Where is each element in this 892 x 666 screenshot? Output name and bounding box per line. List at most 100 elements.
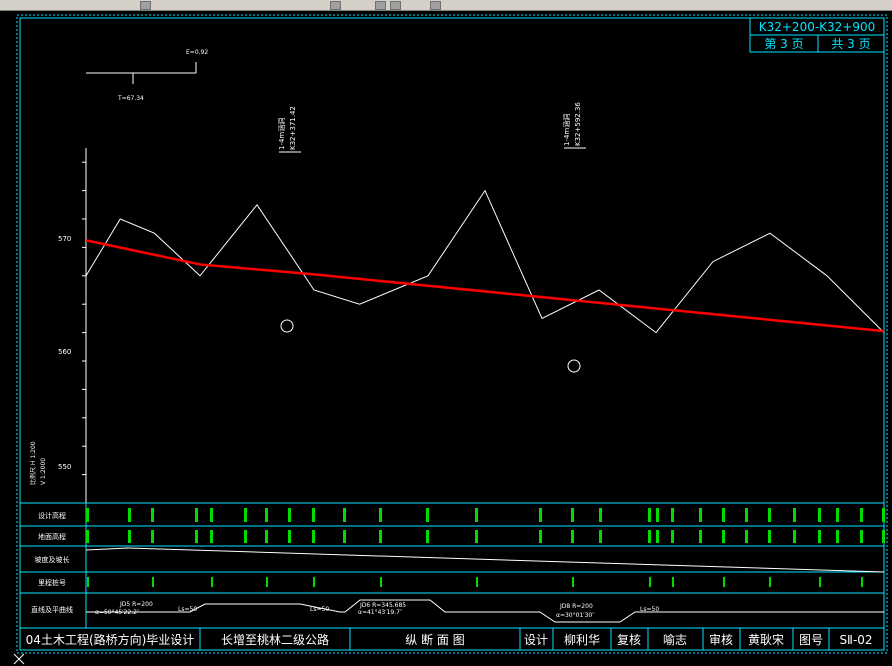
data-mark [265,530,268,543]
structure-stake: K32+371.42 [289,106,297,150]
row-label: 里程桩号 [38,578,66,587]
footer-design-label: 设计 [524,633,548,647]
footer-auditor: 黄耿宋 [748,632,784,647]
stake-mark [380,577,382,587]
scale-note: 比例尺 H 1:200 [29,441,37,485]
culvert-symbol [567,359,581,373]
tool-icon[interactable] [330,1,341,10]
data-mark [860,508,863,522]
data-mark [312,530,315,543]
data-mark [699,530,702,543]
data-mark [128,508,131,522]
curve-ls: Ls=50 [640,606,659,613]
data-mark [195,508,198,522]
data-mark [722,530,725,543]
tool-icon[interactable] [375,1,386,10]
outer-frame [16,14,888,654]
row-label: 坡度及坡长 [35,555,70,564]
data-mark [648,508,651,522]
vcurve-t: T=67.34 [117,95,144,102]
data-mark [475,508,478,522]
curve-label: JD8 R=200 [559,603,593,610]
stake-mark [672,577,674,587]
data-mark [860,530,863,543]
page-text: 第 3 页 [764,37,803,51]
data-mark [379,508,382,522]
tool-icon[interactable] [140,1,151,10]
footer-project: 长增至桃林二级公路 [221,632,329,647]
data-mark [656,530,659,543]
footer-designer: 柳利华 [564,633,600,647]
curve-sub: α=41°43′19.7″ [358,609,403,616]
stake-mark [769,577,771,587]
curve-label: JD5 R=200 [119,601,153,608]
stake-mark [476,577,478,587]
footer-course: 04土木工程(路桥方向)毕业设计 [26,632,195,647]
stake-mark [572,577,574,587]
structure-name: 1-4m涵洞 [562,114,571,146]
data-mark [288,508,291,522]
data-mark [312,508,315,522]
table-data-marks [86,508,885,587]
range-text: K32+200-K32+900 [759,20,876,34]
data-mark [151,530,154,543]
data-mark [882,530,885,543]
data-mark [599,508,602,522]
data-mark [244,508,247,522]
footer-audit-label: 审核 [709,632,733,647]
stake-mark [266,577,268,587]
footer-reviewer: 喻志 [663,632,687,647]
stake-mark [649,577,651,587]
data-mark [648,530,651,543]
profile-plot [85,189,885,334]
elevation-axis: 570 560 550 [58,148,87,504]
data-mark [836,530,839,543]
footer-review-label: 复核 [617,633,641,647]
inner-frame [19,17,885,651]
elev-tick-label: 570 [58,235,71,243]
data-mark [343,508,346,522]
vcurve-e: E=0.92 [186,49,208,56]
data-mark [210,530,213,543]
elev-tick-label: 550 [58,463,71,471]
data-mark [244,530,247,543]
data-mark [288,530,291,543]
data-mark [426,530,429,543]
data-mark [571,530,574,543]
total-text: 共 3 页 [831,37,870,51]
curve-ls: Ls=50 [310,606,329,613]
data-mark [539,530,542,543]
curve-sub: α=30°01′30″ [556,612,595,619]
data-table [20,502,884,629]
data-mark [426,508,429,522]
data-mark [818,530,821,543]
data-mark [699,508,702,522]
stake-mark [211,577,213,587]
ucs-icon [13,653,25,665]
title-block: K32+200-K32+900 第 3 页 共 3 页 [749,17,885,53]
elev-tick-label: 560 [58,348,71,356]
profile-drawing: K32+200-K32+900 第 3 页 共 3 页 E=0.92 T=67.… [13,14,888,665]
row-label: 设计高程 [38,511,66,520]
slope-line [85,547,885,573]
row-label: 直线及平曲线 [31,605,73,614]
data-mark [671,508,674,522]
curve-ls: Ls=50 [178,606,197,613]
data-mark [836,508,839,522]
data-mark [539,508,542,522]
structure-1: 1-4m涵洞 K32+371.42 [277,106,301,153]
data-mark [128,530,131,543]
data-mark [745,508,748,522]
tool-icon[interactable] [390,1,401,10]
data-mark [475,530,478,543]
scale-note: V 1:2000 [40,458,47,485]
design-line [85,239,885,333]
tool-icon[interactable] [430,1,441,10]
curve-label: JD6 R=345.685 [359,602,406,609]
data-mark [768,508,771,522]
stake-mark [861,577,863,587]
data-mark [745,530,748,543]
stake-mark [313,577,315,587]
data-mark [882,508,885,522]
data-mark [151,508,154,522]
